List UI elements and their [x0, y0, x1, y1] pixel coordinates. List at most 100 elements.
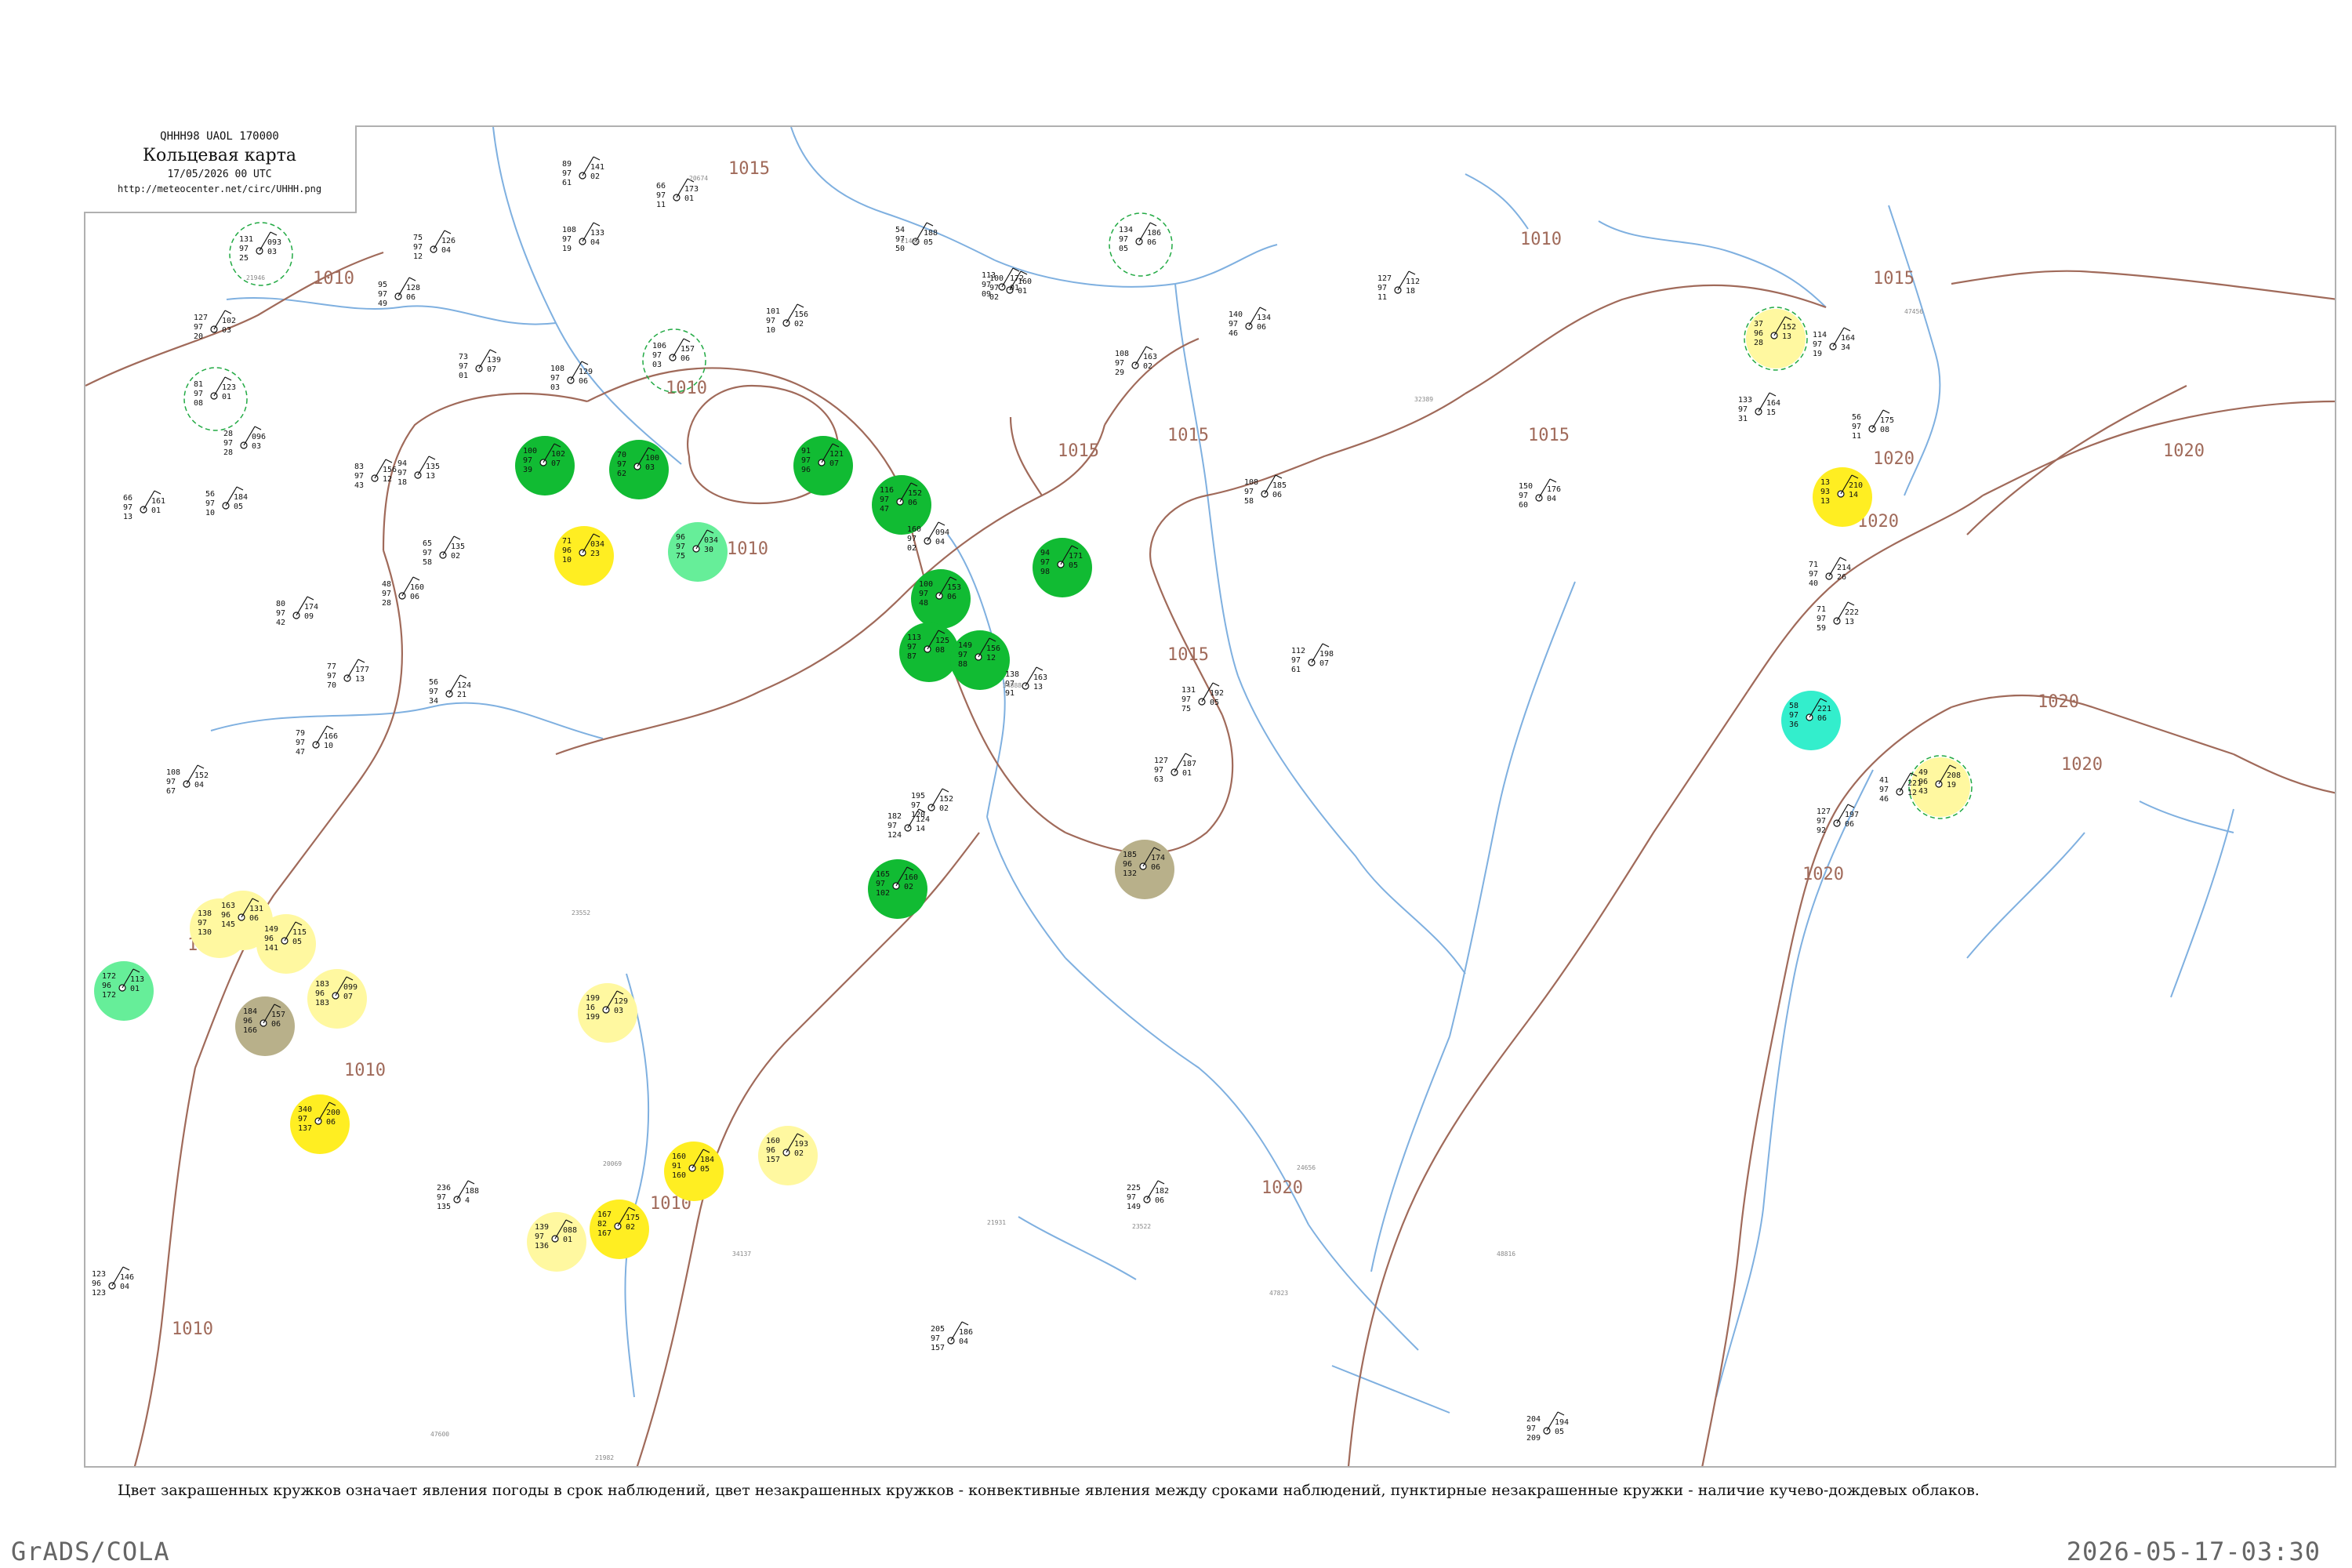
station-plot[interactable]: 709762 10003 — [609, 440, 669, 499]
station-plot[interactable]: 139313 21014 — [1813, 467, 1872, 527]
station-plot[interactable]: 1169747 15206 — [872, 475, 931, 535]
station-value-right: 088 — [563, 1226, 577, 1235]
station-value-top: 114 — [1813, 331, 1827, 339]
station-value-rmid: 13 — [426, 472, 435, 481]
station-plot[interactable]: 18396183 09907 — [307, 969, 367, 1029]
station-plot[interactable]: 949718 13513 — [397, 456, 440, 487]
station-value-mid: 97 — [652, 351, 662, 360]
source-url[interactable]: http://meteocenter.net/circ/UHHH.png — [84, 183, 355, 194]
station-plot[interactable]: 1089767 15204 — [166, 764, 209, 796]
station-plot[interactable]: 739701 13907 — [459, 349, 501, 380]
station-value-right: 188 — [924, 229, 938, 238]
station-plot[interactable]: 1319775 19205 — [1181, 682, 1224, 713]
station-plot[interactable]: 14996141 11505 — [256, 914, 316, 974]
station-plot[interactable]: 969775 03430 — [668, 522, 728, 582]
station-plot[interactable]: 569734 12421 — [429, 674, 471, 706]
station-value-right: 161 — [151, 497, 165, 506]
station-plot[interactable]: 1609702 09404 — [907, 521, 949, 553]
station-plot[interactable]: 949798 17105 — [1033, 538, 1092, 597]
station-value-rmid: 06 — [406, 293, 416, 302]
station-value-rmid: 02 — [626, 1223, 635, 1232]
station-plot[interactable]: 1089729 16302 — [1115, 346, 1157, 377]
station-plot[interactable]: 799747 16610 — [296, 725, 338, 757]
station-value-bot: 05 — [1119, 245, 1128, 253]
wind-barb-feather — [1259, 307, 1267, 311]
coastline-0 — [1598, 220, 1827, 308]
station-plot[interactable]: 759712 12604 — [413, 230, 456, 261]
station-value-mid: 97 — [550, 374, 560, 383]
station-value-mid: 97 — [1809, 570, 1818, 579]
station-plot[interactable]: 1089719 13304 — [562, 222, 604, 253]
station-value-right: 141 — [590, 163, 604, 172]
station-plot[interactable]: 1089703 12906 — [550, 361, 593, 392]
station-plot[interactable]: 1409746 13406 — [1229, 307, 1271, 338]
station-value-bot: 59 — [1817, 624, 1826, 633]
station-value-rmid: 06 — [271, 1020, 281, 1029]
station-plot[interactable]: 959749 12806 — [378, 277, 420, 308]
station-plot[interactable]: 16597102 16002 — [868, 859, 927, 919]
station-plot[interactable]: 569710 18405 — [205, 486, 248, 517]
station-plot[interactable]: 1009739 10207 — [515, 436, 575, 495]
station-plot[interactable]: 919796 12107 — [793, 436, 853, 495]
station-plot[interactable]: 13997136 08801 — [527, 1212, 586, 1272]
station-plot[interactable]: 1279711 11218 — [1377, 270, 1420, 302]
station-plot[interactable]: 1019710 15602 — [766, 303, 808, 335]
station-value-rmid: 04 — [590, 238, 600, 247]
station-plot[interactable]: 12396123 14604 — [92, 1266, 134, 1298]
station-value-right: 113 — [130, 975, 144, 984]
station-plot[interactable]: 1279763 18701 — [1154, 753, 1196, 784]
station-value-rmid: 23 — [590, 550, 600, 558]
station-value-right: 115 — [292, 928, 307, 937]
station-plot[interactable]: 289728 09603 — [223, 426, 266, 457]
station-plot[interactable]: 1149719 16434 — [1813, 327, 1855, 358]
station-plot[interactable]: 22597149 18206 — [1127, 1180, 1169, 1211]
station-plot[interactable]: 899761 14102 — [562, 156, 604, 187]
station-plot[interactable]: 1009748 15306 — [911, 569, 971, 629]
station-plot[interactable]: 20497209 19405 — [1526, 1411, 1569, 1443]
station-plot[interactable]: 569711 17508 — [1852, 409, 1894, 441]
station-value-bot: 167 — [597, 1229, 612, 1238]
station-plot[interactable]: 669713 16101 — [123, 490, 165, 521]
station-plot[interactable]: 18496166 15706 — [235, 996, 295, 1056]
station-plot[interactable]: 1349705 18606 — [1109, 212, 1173, 277]
station-plot[interactable]: 719759 22213 — [1817, 601, 1859, 633]
wind-barb-feather — [1843, 327, 1851, 332]
station-plot[interactable]: 16096157 19302 — [758, 1126, 818, 1185]
station-index-labels: 2194620674214324745632389235523488820069… — [246, 175, 1923, 1461]
station-plot[interactable]: 16091160 18405 — [664, 1142, 724, 1201]
station-plot[interactable]: 16782167 17502 — [590, 1200, 649, 1259]
station-plot[interactable]: 839743 15612 — [354, 459, 397, 490]
station-value-rmid: 13 — [1782, 332, 1791, 341]
isobar-line-1 — [133, 1067, 197, 1466]
station-plot[interactable]: 23697135 1884 — [437, 1180, 479, 1211]
station-value-top: 138 — [1005, 670, 1019, 679]
station-plot[interactable]: 1509760 17604 — [1519, 478, 1561, 510]
station-plot[interactable]: 669711 17301 — [656, 178, 699, 209]
station-plot[interactable]: 489728 16006 — [382, 576, 424, 608]
station-value-bot: 172 — [102, 991, 116, 1000]
station-plot[interactable]: 1129761 19807 — [1291, 643, 1334, 674]
station-plot[interactable]: 17296172 11301 — [94, 961, 154, 1021]
station-plot[interactable]: 719610 03423 — [554, 526, 614, 586]
station-plot[interactable]: 589736 22106 — [1781, 691, 1841, 750]
station-plot[interactable]: 819708 12301 — [183, 367, 248, 431]
station-plot[interactable]: 719740 21426 — [1809, 557, 1851, 588]
station-plot[interactable]: 1279720 10203 — [194, 310, 236, 341]
station-plot[interactable]: 18596132 17406 — [1115, 840, 1174, 899]
station-plot[interactable]: 379628 15213 — [1744, 307, 1808, 371]
station-plot[interactable]: 779770 17713 — [327, 659, 369, 690]
station-plot[interactable]: 19916199 12903 — [578, 983, 637, 1043]
station-plot[interactable]: 20597157 18604 — [931, 1321, 973, 1352]
station-value-bot: 183 — [315, 999, 329, 1007]
station-value-rmid: 06 — [1817, 714, 1827, 723]
station-value-top: 79 — [296, 729, 305, 738]
station-plot[interactable]: 809742 17409 — [276, 596, 318, 627]
station-plot[interactable]: 1139787 12508 — [899, 622, 959, 682]
station-plot[interactable]: 1339731 16415 — [1738, 392, 1780, 423]
station-value-mid: 97 — [437, 1193, 446, 1202]
station-plot[interactable]: 659758 13502 — [423, 535, 465, 567]
isobar-label: 1020 — [2061, 755, 2103, 775]
station-value-mid: 97 — [276, 609, 285, 618]
station-plot[interactable]: 34097137 20006 — [290, 1094, 350, 1154]
station-plot[interactable]: 1499788 15612 — [950, 630, 1010, 690]
